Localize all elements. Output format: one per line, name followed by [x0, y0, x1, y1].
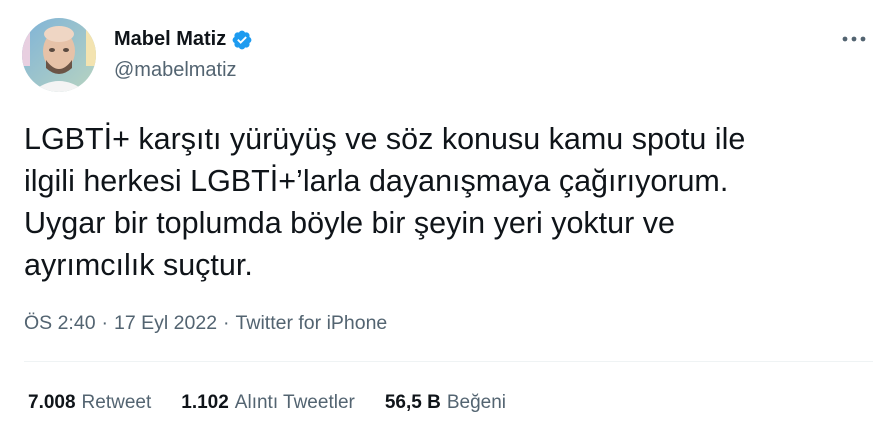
verified-badge-icon	[231, 29, 253, 51]
quote-tweet-stat[interactable]: 1.102 Alıntı Tweetler	[181, 392, 355, 414]
author-name-row: Mabel Matiz	[114, 28, 253, 51]
tweet-metadata: ÖS 2:40 · 17 Eyl 2022 · Twitter for iPho…	[24, 312, 387, 335]
more-horizontal-icon	[842, 36, 866, 42]
tweet-source[interactable]: Twitter for iPhone	[236, 312, 388, 335]
tweet-card: Mabel Matiz @mabelmatiz LGBTİ+ karşıtı y…	[0, 0, 889, 434]
like-stat[interactable]: 56,5 B Beğeni	[385, 392, 506, 414]
divider	[24, 361, 873, 362]
meta-separator: ·	[101, 312, 109, 334]
retweet-count: 7.008	[28, 392, 76, 413]
author-handle[interactable]: @mabelmatiz	[114, 59, 237, 82]
engagement-stats: 7.008 Retweet 1.102 Alıntı Tweetler 56,5…	[28, 392, 506, 414]
quote-tweet-count: 1.102	[181, 392, 229, 413]
tweet-text-line: ayrımcılık suçtur.	[24, 248, 253, 282]
tweet-time[interactable]: ÖS 2:40	[24, 312, 96, 335]
like-label: Beğeni	[446, 392, 506, 413]
tweet-text-line: LGBTİ+ karşıtı yürüyüş ve söz konusu kam…	[24, 122, 746, 156]
retweet-stat[interactable]: 7.008 Retweet	[28, 392, 151, 414]
avatar-image	[22, 18, 96, 92]
more-options-button[interactable]	[839, 27, 869, 51]
avatar[interactable]	[22, 18, 96, 92]
tweet-text-line: ilgili herkesi LGBTİ+’larla dayanışmaya …	[24, 164, 729, 198]
tweet-text: LGBTİ+ karşıtı yürüyüş ve söz konusu kam…	[24, 118, 864, 286]
meta-separator: ·	[223, 312, 230, 334]
like-count: 56,5 B	[384, 392, 441, 413]
tweet-text-line: Uygar bir toplumda böyle bir şeyin yeri …	[24, 206, 675, 240]
retweet-label: Retweet	[81, 392, 152, 413]
quote-tweet-label: Alıntı Tweetler	[234, 392, 355, 413]
author-name[interactable]: Mabel Matiz	[114, 28, 226, 51]
tweet-date[interactable]: 17 Eyl 2022	[114, 312, 217, 335]
